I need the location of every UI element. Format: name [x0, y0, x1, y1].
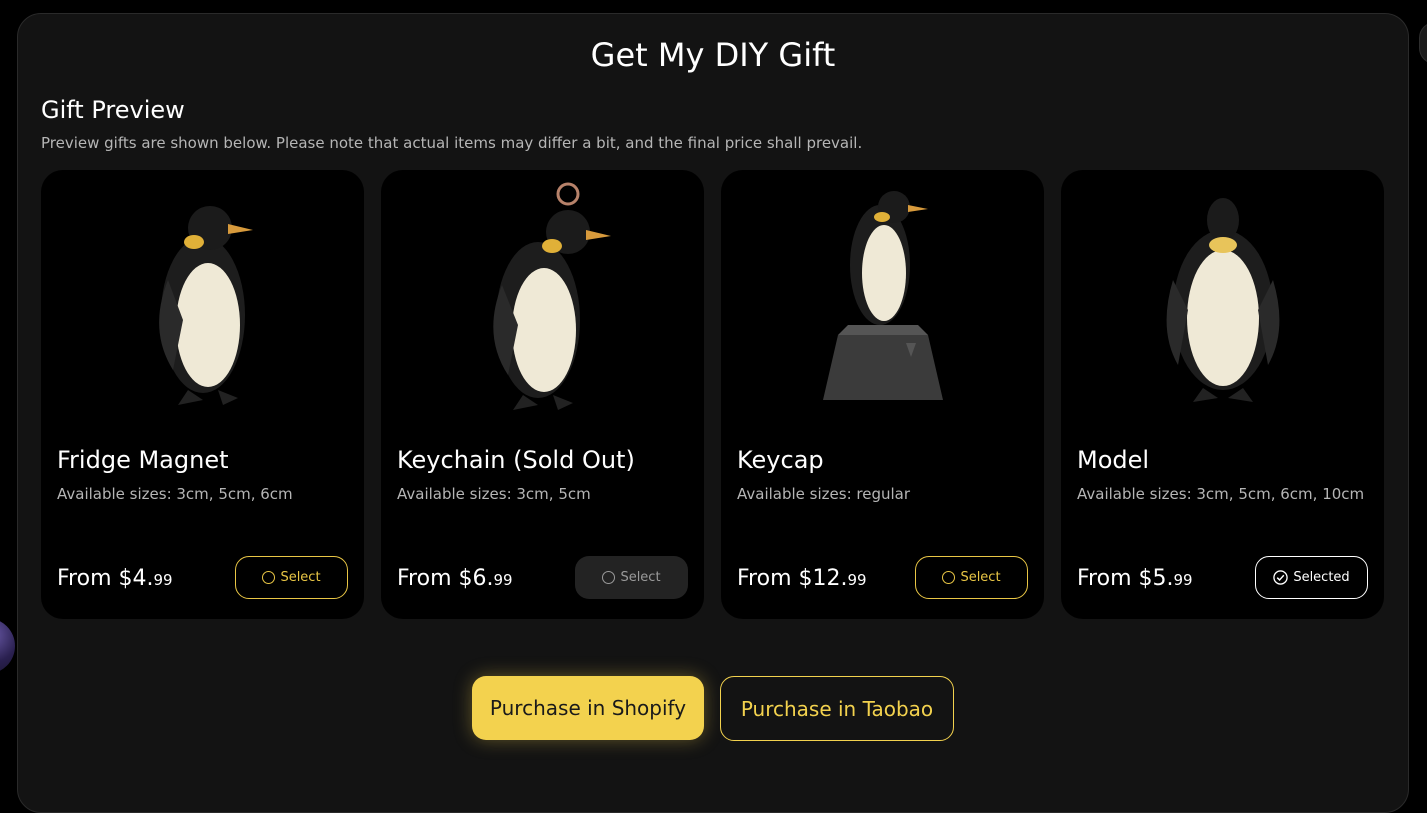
radio-icon	[602, 571, 616, 584]
purchase-actions: Purchase in Shopify Purchase in Taobao	[472, 676, 954, 741]
purchase-taobao-button[interactable]: Purchase in Taobao	[720, 676, 954, 741]
price-cents: 99	[153, 571, 173, 589]
side-handle[interactable]	[1419, 22, 1427, 64]
product-name: Keycap	[737, 446, 824, 474]
penguin-keychain-image	[381, 180, 704, 420]
select-button-label: Select	[620, 570, 661, 585]
penguin-magnet-image	[41, 180, 364, 420]
product-price: From $12.99	[737, 566, 867, 591]
price-main: From $12.	[737, 566, 848, 591]
product-card: Model Available sizes: 3cm, 5cm, 6cm, 10…	[1061, 170, 1384, 619]
select-button-label: Selected	[1293, 570, 1350, 585]
check-circle-icon	[1273, 570, 1289, 585]
penguin-keycap-image	[721, 180, 1044, 420]
product-price: From $4.99	[57, 566, 173, 591]
product-card: Keycap Available sizes: regular From $12…	[721, 170, 1044, 619]
price-main: From $4.	[57, 566, 154, 591]
select-button-disabled[interactable]: Select	[575, 556, 688, 599]
select-button[interactable]: Select	[915, 556, 1028, 599]
select-button[interactable]: Select	[235, 556, 348, 599]
select-button-label: Select	[280, 570, 321, 585]
product-name: Keychain (Sold Out)	[397, 446, 635, 474]
radio-icon	[942, 571, 956, 584]
product-cards: Fridge Magnet Available sizes: 3cm, 5cm,…	[41, 170, 1384, 619]
section-title: Gift Preview	[41, 96, 185, 124]
gift-panel: Get My DIY Gift Gift Preview Preview gif…	[17, 13, 1409, 813]
price-cents: 99	[493, 571, 513, 589]
product-sizes: Available sizes: 3cm, 5cm, 6cm, 10cm	[1077, 485, 1365, 503]
price-cents: 99	[1173, 571, 1193, 589]
purchase-shopify-button[interactable]: Purchase in Shopify	[472, 676, 704, 740]
penguin-model-image	[1061, 180, 1384, 420]
price-cents: 99	[847, 571, 867, 589]
product-sizes: Available sizes: 3cm, 5cm	[397, 485, 591, 503]
section-description: Preview gifts are shown below. Please no…	[41, 134, 863, 152]
product-price: From $5.99	[1077, 566, 1193, 591]
product-name: Fridge Magnet	[57, 446, 229, 474]
product-card: Keychain (Sold Out) Available sizes: 3cm…	[381, 170, 704, 619]
price-main: From $5.	[1077, 566, 1174, 591]
product-price: From $6.99	[397, 566, 513, 591]
price-main: From $6.	[397, 566, 494, 591]
product-sizes: Available sizes: 3cm, 5cm, 6cm	[57, 485, 293, 503]
product-name: Model	[1077, 446, 1150, 474]
floating-assistant-icon[interactable]	[0, 618, 15, 674]
radio-icon	[262, 571, 276, 584]
product-card: Fridge Magnet Available sizes: 3cm, 5cm,…	[41, 170, 364, 619]
product-sizes: Available sizes: regular	[737, 485, 911, 503]
page-title: Get My DIY Gift	[590, 36, 836, 74]
select-button-label: Select	[960, 570, 1001, 585]
selected-button[interactable]: Selected	[1255, 556, 1368, 599]
